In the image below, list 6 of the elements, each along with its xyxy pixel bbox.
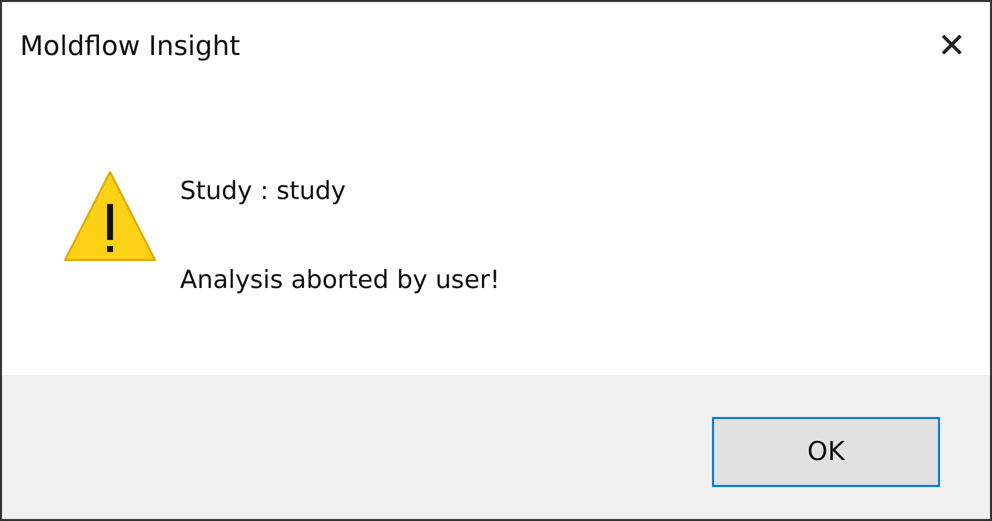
message-text: Study : study xyxy=(180,176,347,205)
ok-button[interactable]: OK xyxy=(712,417,940,487)
close-button[interactable]: ✕ xyxy=(932,26,972,66)
window-title: Moldflow Insight xyxy=(20,30,240,62)
warning-icon xyxy=(62,168,158,264)
message-text: Analysis aborted by user! xyxy=(180,265,500,294)
